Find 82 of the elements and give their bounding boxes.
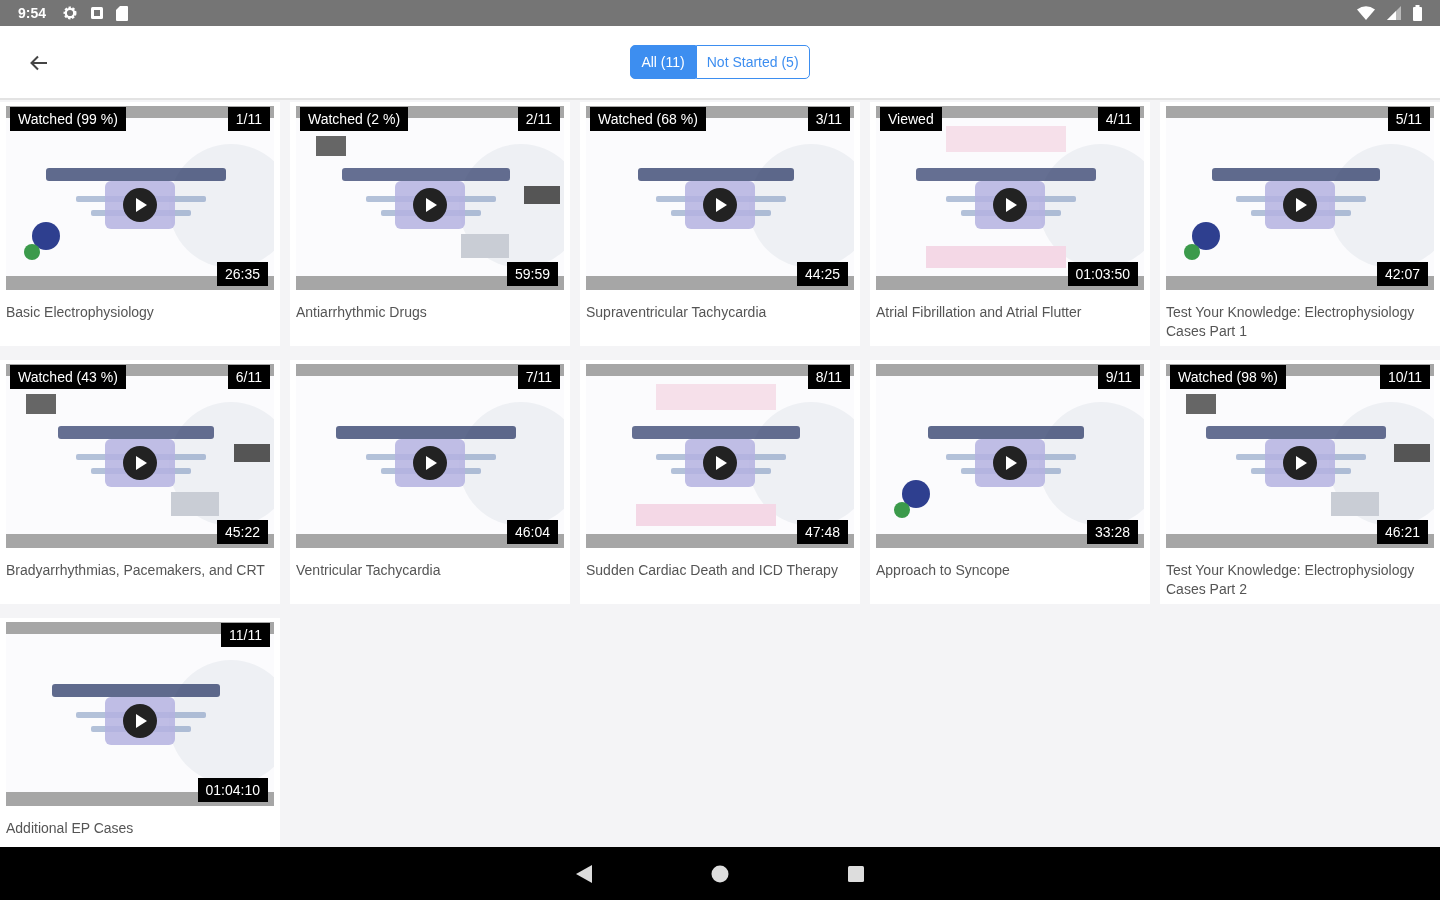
play-icon [1283, 188, 1317, 222]
square-icon [90, 6, 105, 20]
back-nav-button[interactable] [575, 863, 593, 884]
video-number: 8/11 [807, 365, 850, 389]
play-button[interactable] [685, 181, 755, 229]
play-icon [123, 704, 157, 738]
video-duration: 46:04 [506, 520, 558, 544]
play-icon [1283, 446, 1317, 480]
watch-status: Watched (99 %) [10, 107, 126, 131]
video-card[interactable]: 7/11 46:04 Ventricular Tachycardia [290, 360, 570, 604]
play-button[interactable] [395, 439, 465, 487]
video-card[interactable]: Watched (98 %) 10/11 46:21 Test Your Knowledge: Electrophysiology Cases Part 2 [1160, 360, 1440, 604]
video-number: 2/11 [517, 107, 560, 131]
video-card[interactable]: 9/11 33:28 Approach to Syncope [870, 360, 1150, 604]
video-duration: 33:28 [1086, 520, 1138, 544]
watch-status: Watched (43 %) [10, 365, 126, 389]
video-duration: 59:59 [506, 262, 558, 286]
video-title: Sudden Cardiac Death and ICD Therapy [586, 561, 839, 580]
video-title: Additional EP Cases [6, 819, 135, 838]
video-number: 6/11 [227, 365, 270, 389]
video-duration: 26:35 [216, 262, 268, 286]
video-card[interactable]: 8/11 47:48 Sudden Cardiac Death and ICD Therapy [580, 360, 860, 604]
video-title: Supraventricular Tachycardia [586, 303, 768, 322]
video-title: Atrial Fibrillation and Atrial Flutter [876, 303, 1083, 322]
video-card[interactable]: Watched (2 %) 2/11 59:59 Antiarrhythmic Drugs [290, 102, 570, 346]
video-number: 7/11 [517, 365, 560, 389]
watch-status: Watched (2 %) [300, 107, 409, 131]
video-duration: 01:04:10 [197, 778, 268, 802]
video-title: Basic Electrophysiology [6, 303, 155, 322]
video-card[interactable]: Viewed 4/11 01:03:50 Atrial Fibrillation and Atrial Flutter [870, 102, 1150, 346]
video-duration: 47:48 [796, 520, 848, 544]
video-number: 3/11 [807, 107, 850, 131]
video-number: 4/11 [1097, 107, 1140, 131]
video-title: Ventricular Tachycardia [296, 561, 442, 580]
watch-status: Watched (98 %) [1170, 365, 1286, 389]
play-icon [413, 188, 447, 222]
watch-status: Watched (68 %) [590, 107, 706, 131]
video-card[interactable]: 11/11 01:04:10 Additional EP Cases [0, 618, 280, 847]
play-button[interactable] [395, 181, 465, 229]
video-card[interactable]: Watched (43 %) 6/11 45:22 Bradyarrhythmias, Pacemakers, and CRT [0, 360, 280, 604]
video-title: Antiarrhythmic Drugs [296, 303, 428, 322]
video-card[interactable]: Watched (68 %) 3/11 44:25 Supraventricular Tachycardia [580, 102, 860, 346]
play-button[interactable] [975, 181, 1045, 229]
video-duration: 42:07 [1376, 262, 1428, 286]
video-card[interactable]: Watched (99 %) 1/11 26:35 Basic Electrophysiology [0, 102, 280, 346]
video-card[interactable]: 5/11 42:07 Test Your Knowledge: Electrophysiology Cases Part 1 [1160, 102, 1440, 346]
battery-icon [1413, 5, 1422, 21]
play-button[interactable] [1265, 439, 1335, 487]
video-title: Bradyarrhythmias, Pacemakers, and CRT [6, 561, 266, 580]
play-button[interactable] [105, 181, 175, 229]
play-icon [123, 446, 157, 480]
play-icon [123, 188, 157, 222]
play-button[interactable] [105, 697, 175, 745]
play-icon [703, 446, 737, 480]
play-icon [703, 188, 737, 222]
play-button[interactable] [1265, 181, 1335, 229]
video-duration: 45:22 [216, 520, 268, 544]
recents-button[interactable] [847, 864, 865, 883]
video-number: 11/11 [221, 623, 270, 647]
signal-icon [1387, 6, 1401, 20]
video-title: Test Your Knowledge: Electrophysiology Cases Part 1 [1166, 303, 1416, 341]
play-icon [993, 188, 1027, 222]
wifi-icon [1357, 6, 1375, 20]
video-title: Approach to Syncope [876, 561, 1011, 580]
clock: 9:54 [18, 5, 47, 21]
video-number: 10/11 [1380, 365, 1430, 389]
home-button[interactable] [711, 864, 729, 883]
play-icon [413, 446, 447, 480]
video-title: Test Your Knowledge: Electrophysiology Cases Part 2 [1166, 561, 1416, 599]
play-button[interactable] [685, 439, 755, 487]
video-number: 1/11 [227, 107, 270, 131]
sd-card-icon [116, 5, 129, 21]
video-duration: 01:03:50 [1067, 262, 1138, 286]
play-icon [993, 446, 1027, 480]
watch-status: Viewed [880, 107, 942, 131]
video-duration: 44:25 [796, 262, 848, 286]
video-duration: 46:21 [1376, 520, 1428, 544]
play-button[interactable] [975, 439, 1045, 487]
play-button[interactable] [105, 439, 175, 487]
video-number: 9/11 [1097, 365, 1140, 389]
video-number: 5/11 [1387, 107, 1430, 131]
gear-icon [62, 5, 79, 21]
